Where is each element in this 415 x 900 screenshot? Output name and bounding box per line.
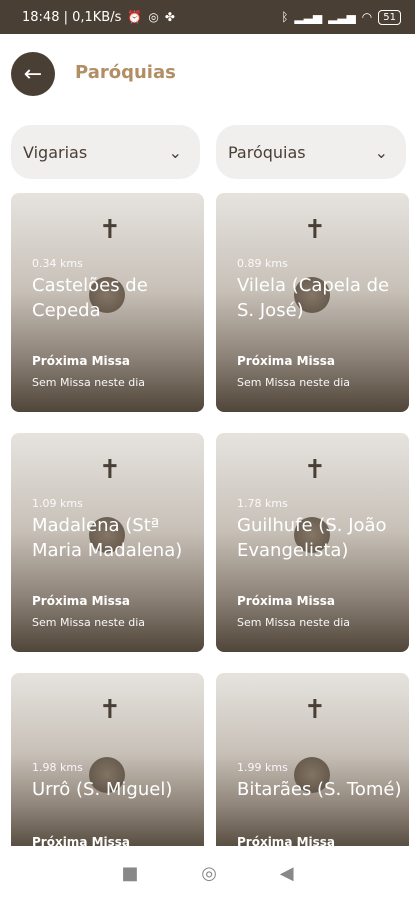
- status-time-speed: 18:48 | 0,1KB/s: [22, 9, 122, 25]
- card-name: Vilela (Capela de S. José): [237, 275, 390, 321]
- parish-card[interactable]: ✝ 1.98 kms Urrô (S. Miguel) Próxima Miss…: [11, 673, 204, 853]
- card-name: Madalena (Stª Maria Madalena): [32, 515, 183, 561]
- card-next-mass-label: Próxima Missa: [237, 594, 336, 608]
- paroquias-select[interactable]: Paróquias ⌄: [216, 125, 406, 179]
- card-name: Bitarães (S. Tomé): [237, 779, 402, 800]
- whatsapp-icon: ◎: [148, 10, 159, 24]
- app-header: ← Paróquias: [0, 34, 415, 114]
- paroquias-select-value: Paróquias: [228, 142, 306, 162]
- cross-icon: ✝: [99, 215, 121, 245]
- system-nav-bar: ■ ◎ ◀: [0, 846, 415, 900]
- cross-icon: ✝: [99, 455, 121, 485]
- circle-icon[interactable]: ◎: [201, 863, 217, 884]
- card-mass-status: Sem Missa neste dia: [237, 616, 351, 629]
- cross-icon: ✝: [304, 455, 326, 485]
- square-icon[interactable]: ■: [121, 863, 138, 884]
- card-name: Urrô (S. Miguel): [32, 779, 173, 800]
- page-title: Paróquias: [75, 62, 176, 83]
- card-next-mass-label: Próxima Missa: [32, 354, 131, 368]
- vigarias-select-value: Vigarias: [23, 142, 88, 162]
- back-triangle-icon[interactable]: ◀: [280, 863, 294, 884]
- parish-card[interactable]: ✝ 1.09 kms Madalena (Stª Maria Madalena)…: [11, 433, 204, 652]
- card-mass-status: Sem Missa neste dia: [32, 376, 146, 389]
- cross-icon: ✝: [304, 215, 326, 245]
- battery-icon: 51: [378, 9, 401, 25]
- status-bar: 18:48 | 0,1KB/s ⏰ ◎ ✤ ᛒ ▂▃▅ ▂▃▅ ◠ 51: [0, 0, 415, 34]
- parish-card[interactable]: ✝ 1.99 kms Bitarães (S. Tomé) Próxima Mi…: [216, 673, 409, 853]
- signal-icon: ▂▃▅: [294, 10, 323, 24]
- chevron-down-icon: ⌄: [374, 142, 388, 162]
- parish-card[interactable]: ✝ 1.78 kms Guilhufe (S. João Evangelista…: [216, 433, 409, 652]
- card-distance: 1.09 kms: [32, 497, 83, 510]
- card-distance: 1.98 kms: [32, 761, 83, 774]
- card-distance: 1.99 kms: [237, 761, 288, 774]
- card-next-mass-label: Próxima Missa: [237, 354, 336, 368]
- cross-icon: ✝: [99, 695, 121, 725]
- card-mass-status: Sem Missa neste dia: [32, 616, 146, 629]
- card-next-mass-label: Próxima Missa: [32, 594, 131, 608]
- card-name: Castelões de Cepeda: [32, 275, 148, 321]
- parish-card[interactable]: ✝ 0.34 kms Castelões de Cepeda Próxima M…: [11, 193, 204, 412]
- cross-icon: ✝: [304, 695, 326, 725]
- parish-card[interactable]: ✝ 0.89 kms Vilela (Capela de S. José) Pr…: [216, 193, 409, 412]
- card-distance: 0.34 kms: [32, 257, 83, 270]
- vigarias-select[interactable]: Vigarias ⌄: [11, 125, 200, 179]
- card-name: Guilhufe (S. João Evangelista): [237, 515, 387, 561]
- card-mass-status: Sem Missa neste dia: [237, 376, 351, 389]
- signal-icon: ▂▃▅: [328, 10, 356, 24]
- alarm-icon: ⏰: [127, 10, 143, 24]
- chevron-down-icon: ⌄: [168, 142, 182, 162]
- bluetooth-icon: ᛒ: [281, 10, 289, 24]
- arrow-left-icon: ←: [23, 61, 43, 87]
- wifi-icon: ◠: [361, 10, 373, 24]
- card-distance: 0.89 kms: [237, 257, 288, 270]
- card-distance: 1.78 kms: [237, 497, 288, 510]
- settings-icon: ✤: [164, 10, 175, 24]
- filters-bar: Vigarias ⌄ Paróquias ⌄: [0, 125, 415, 181]
- back-button[interactable]: ←: [11, 52, 55, 96]
